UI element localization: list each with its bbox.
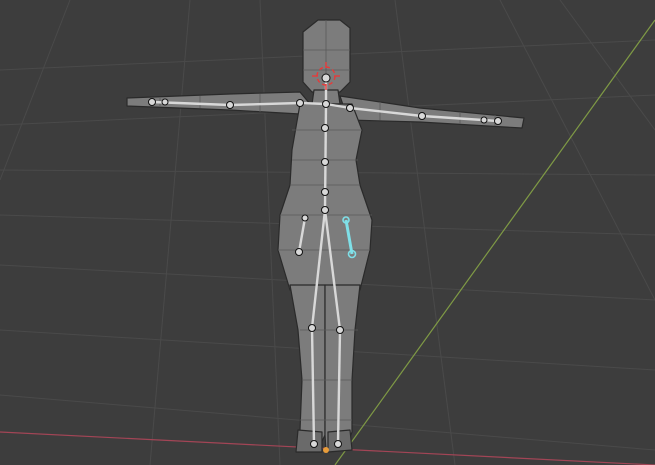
joint-chest[interactable] <box>321 124 329 132</box>
joint-ankle-l[interactable] <box>310 440 318 448</box>
joint-waist[interactable] <box>321 188 329 196</box>
origin-dot-icon <box>323 447 329 453</box>
grid-line <box>499 0 655 301</box>
joint-hand-l-top[interactable] <box>301 214 309 222</box>
joint-hand-r[interactable] <box>494 117 502 125</box>
joint-elbow-l[interactable] <box>226 101 234 109</box>
joint-spine[interactable] <box>321 158 329 166</box>
mesh-left-foot[interactable] <box>295 429 323 453</box>
joint-hips[interactable] <box>321 206 329 214</box>
grid-line <box>149 0 191 465</box>
mesh-left-leg[interactable] <box>289 284 326 453</box>
grid-line <box>259 0 281 465</box>
grid-line <box>0 0 71 181</box>
joint-neck[interactable] <box>322 100 330 108</box>
joint-shoulder-l[interactable] <box>296 99 304 107</box>
joint-knee-l[interactable] <box>308 324 316 332</box>
joint-wrist-r[interactable] <box>480 116 488 124</box>
joint-hand-l[interactable] <box>148 98 156 106</box>
grid-line <box>394 0 456 465</box>
3d-viewport[interactable] <box>0 0 655 465</box>
joint-shoulder-r[interactable] <box>346 104 354 112</box>
y-axis-line <box>334 19 655 465</box>
joint-wrist-l[interactable] <box>161 98 169 106</box>
joint-elbow-r[interactable] <box>418 112 426 120</box>
grid-line <box>559 0 655 131</box>
joint-ankle-r[interactable] <box>334 440 342 448</box>
joint-knee-r[interactable] <box>336 326 344 334</box>
joint-hand-l-tip[interactable] <box>295 248 303 256</box>
viewport-scene[interactable] <box>0 0 655 465</box>
joint-head[interactable] <box>321 73 331 83</box>
